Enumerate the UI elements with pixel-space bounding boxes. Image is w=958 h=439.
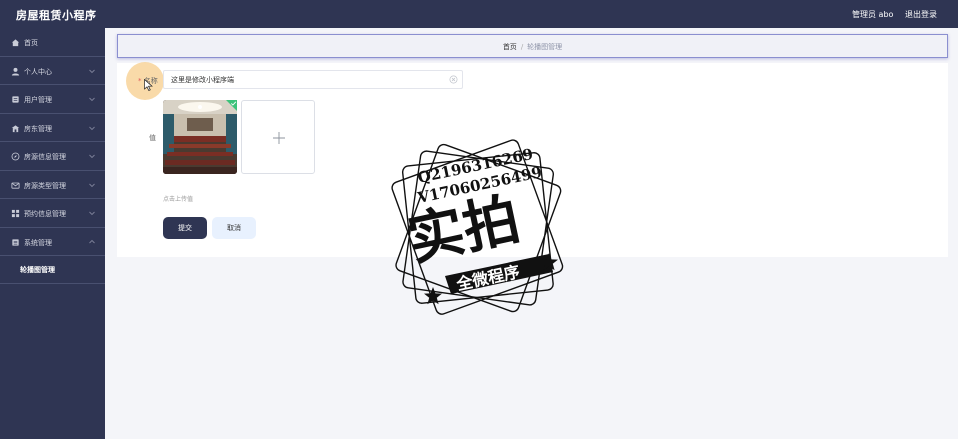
sidebar-subitem-carousel[interactable]: 轮播图管理	[0, 256, 105, 284]
sidebar: 首页 个人中心 用户管理 房东管理 房源信息管理 房源类型管理 预约信息管理 系…	[0, 28, 105, 439]
top-bar: 房屋租赁小程序 管理员 abo 退出登录	[0, 0, 958, 28]
chevron-down-icon	[89, 126, 95, 130]
user-icon	[11, 67, 20, 76]
document-icon	[12, 96, 19, 103]
watermark-stamp: Q2196316269 V17060256499 实拍 全微程序	[391, 139, 564, 315]
sidebar-item-label: 个人中心	[24, 67, 52, 76]
sidebar-item-label: 房东管理	[24, 124, 52, 133]
value-label: 值	[149, 134, 156, 142]
breadcrumb: 首页 / 轮播图管理	[118, 42, 947, 52]
app-title: 房屋租赁小程序	[16, 9, 97, 22]
chevron-down-icon	[89, 69, 95, 73]
breadcrumb-current: 轮播图管理	[527, 43, 563, 51]
name-input[interactable]	[163, 70, 463, 89]
upload-hint: 点击上传值	[163, 196, 194, 203]
sidebar-item-home[interactable]: 首页	[0, 28, 105, 57]
chevron-down-icon	[89, 183, 95, 187]
sidebar-item-label: 房源信息管理	[24, 153, 66, 161]
sidebar-item-label: 系统管理	[24, 238, 52, 247]
sidebar-item-label: 预约信息管理	[24, 210, 66, 218]
cancel-button[interactable]: 取消	[212, 217, 256, 239]
submit-button[interactable]: 提交	[163, 217, 207, 239]
sidebar-item-listing-types[interactable]: 房源类型管理	[0, 171, 105, 199]
success-check-icon	[226, 100, 237, 111]
sidebar-item-system[interactable]: 系统管理	[0, 228, 105, 256]
grid-icon	[11, 209, 20, 218]
chevron-down-icon	[89, 211, 95, 216]
sidebar-item-label: 首页	[24, 39, 38, 47]
breadcrumb-home[interactable]: 首页	[503, 43, 517, 51]
compass-icon	[11, 152, 20, 161]
sidebar-item-profile[interactable]: 个人中心	[0, 57, 105, 85]
house-icon	[11, 124, 20, 132]
logout-link[interactable]: 退出登录	[905, 9, 937, 20]
sidebar-item-appointments[interactable]: 预约信息管理	[0, 199, 105, 228]
required-mark: *	[138, 77, 142, 85]
mail-icon	[11, 182, 20, 189]
conference-room-image	[163, 100, 237, 174]
sidebar-subitem-label: 轮播图管理	[20, 266, 55, 274]
sidebar-item-users[interactable]: 用户管理	[0, 85, 105, 114]
clear-icon[interactable]	[449, 75, 458, 84]
sidebar-item-label: 用户管理	[24, 96, 52, 104]
chevron-down-icon	[89, 97, 95, 102]
sidebar-item-landlords[interactable]: 房东管理	[0, 114, 105, 142]
chevron-up-icon	[89, 239, 95, 243]
sidebar-item-listings[interactable]: 房源信息管理	[0, 142, 105, 171]
plus-icon	[273, 132, 285, 144]
list-icon	[12, 238, 19, 246]
image-upload-button[interactable]	[241, 100, 315, 174]
home-icon	[11, 39, 20, 47]
uploaded-image-thumbnail[interactable]	[163, 100, 237, 174]
chevron-down-icon	[89, 154, 95, 159]
sidebar-item-label: 房源类型管理	[24, 181, 66, 190]
breadcrumb-bar: 首页 / 轮播图管理	[117, 34, 948, 58]
current-user: 管理员 abo	[852, 10, 894, 19]
breadcrumb-separator: /	[520, 43, 524, 51]
mouse-cursor-icon	[144, 79, 153, 91]
